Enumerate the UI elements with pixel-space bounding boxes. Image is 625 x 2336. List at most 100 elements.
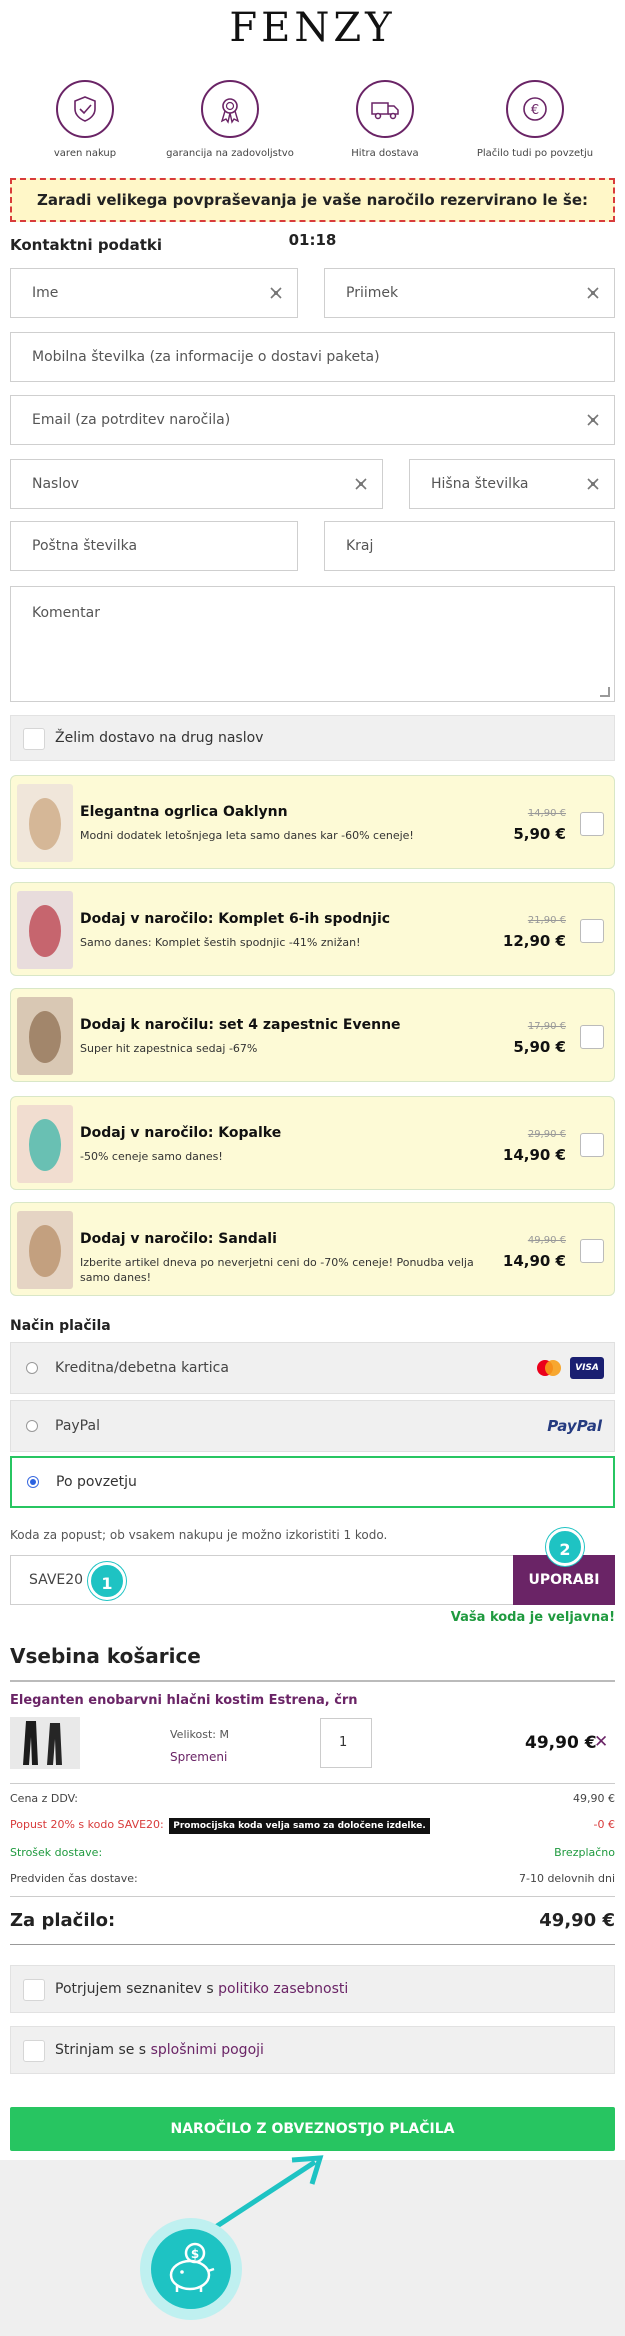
offer-checkbox[interactable] xyxy=(580,812,604,836)
offer-checkbox[interactable] xyxy=(580,1133,604,1157)
privacy-policy-link[interactable]: politiko zasebnosti xyxy=(218,1981,348,1997)
offer-new-price: 5,90 € xyxy=(513,825,566,843)
total-label: Za plačilo: xyxy=(10,1910,116,1931)
last-name-input[interactable]: Priimek xyxy=(324,268,615,318)
cart-size: Velikost: M xyxy=(170,1728,229,1741)
coupon-value: SAVE20 xyxy=(29,1572,84,1588)
payment-option-paypal[interactable]: PayPal PayPal xyxy=(10,1400,615,1452)
offer-image xyxy=(17,1211,73,1289)
other-address-checkbox[interactable] xyxy=(23,728,45,750)
email-input[interactable]: Email (za potrditev naročila) xyxy=(10,395,615,445)
placeholder: Komentar xyxy=(32,605,100,621)
offer-checkbox[interactable] xyxy=(580,1239,604,1263)
brand-logo[interactable]: FENZY xyxy=(0,6,625,50)
house-number-input[interactable]: Hišna številka xyxy=(409,459,615,509)
change-size-link[interactable]: Spremeni xyxy=(170,1750,227,1764)
privacy-checkbox[interactable] xyxy=(23,1979,45,2001)
upsell-offer-item[interactable]: Dodaj v naročilo: Kopalke -50% ceneje sam… xyxy=(10,1096,615,1190)
postal-code-input[interactable]: Poštna številka xyxy=(10,521,298,571)
payment-heading: Način plačila xyxy=(10,1318,111,1334)
upsell-offer-item[interactable]: Dodaj v naročilo: Komplet 6-ih spodnjic S… xyxy=(10,882,615,976)
upsell-offer-item[interactable]: Dodaj v naročilo: Sandali Izberite artike… xyxy=(10,1202,615,1296)
coupon-hint: Koda za popust; ob vsakem nakupu je možn… xyxy=(10,1528,388,1542)
badge-label: garancija na zadovoljstvo xyxy=(166,148,294,159)
offer-old-price: 49,90 € xyxy=(527,1235,566,1246)
offer-old-price: 21,90 € xyxy=(527,915,566,926)
quantity-input[interactable]: 1 xyxy=(320,1718,372,1768)
divider xyxy=(10,1680,615,1682)
offer-old-price: 14,90 € xyxy=(527,808,566,819)
place-order-button[interactable]: NAROČILO Z OBVEZNOSTJO PLAČILA xyxy=(10,2107,615,2151)
summary-label: Predviden čas dostave: xyxy=(10,1872,138,1885)
paypal-logo-icon: PayPal xyxy=(547,1417,602,1435)
upsell-offer-item[interactable]: Elegantna ogrlica Oaklynn Modni dodatek l… xyxy=(10,775,615,869)
terms-link[interactable]: splošnimi pogoji xyxy=(151,2042,264,2058)
offer-description: Modni dodatek letošnjega leta samo danes… xyxy=(80,829,414,842)
upsell-offer-item[interactable]: Dodaj k naročilu: set 4 zapestnic Evenne… xyxy=(10,988,615,1082)
autofill-icon xyxy=(587,414,599,426)
discount-tooltip: Promocijska koda velja samo za določene … xyxy=(169,1818,430,1834)
placeholder: Poštna številka xyxy=(32,538,138,554)
placeholder: Naslov xyxy=(32,476,80,492)
offer-title: Dodaj v naročilo: Sandali xyxy=(80,1231,277,1247)
offer-title: Dodaj k naročilu: set 4 zapestnic Evenne xyxy=(80,1017,401,1033)
mastercard-icon xyxy=(534,1358,564,1378)
summary-value: 7-10 delovnih dni xyxy=(518,1872,615,1885)
summary-row-delivery-time: Predviden čas dostave: 7-10 delovnih dni xyxy=(10,1872,615,1890)
city-input[interactable]: Kraj xyxy=(324,521,615,571)
badge-label: Hitra dostava xyxy=(351,148,419,159)
placeholder: Mobilna številka (za informacije o dosta… xyxy=(32,349,380,365)
offer-checkbox[interactable] xyxy=(580,1025,604,1049)
offer-description: Super hit zapestnica sedaj -67% xyxy=(80,1042,258,1055)
offer-checkbox[interactable] xyxy=(580,919,604,943)
privacy-consent-row[interactable]: Potrjujem seznanitev s politiko zasebnos… xyxy=(10,1965,615,2013)
shield-check-icon xyxy=(56,80,114,138)
offer-new-price: 5,90 € xyxy=(513,1038,566,1056)
radio-card[interactable] xyxy=(26,1362,38,1374)
offer-title: Dodaj v naročilo: Komplet 6-ih spodnjic xyxy=(80,911,391,927)
offer-image xyxy=(17,891,73,969)
offer-title: Elegantna ogrlica Oaklynn xyxy=(80,804,288,820)
phone-input[interactable]: Mobilna številka (za informacije o dosta… xyxy=(10,332,615,382)
terms-text: Strinjam se s xyxy=(55,2042,151,2058)
offer-old-price: 29,90 € xyxy=(527,1129,566,1140)
first-name-input[interactable]: Ime xyxy=(10,268,298,318)
summary-label: Strošek dostave: xyxy=(10,1846,103,1859)
coupon-valid-message: Vaša koda je veljavna! xyxy=(450,1610,615,1625)
address-input[interactable]: Naslov xyxy=(10,459,383,509)
radio-paypal[interactable] xyxy=(26,1420,38,1432)
offer-image xyxy=(17,1105,73,1183)
terms-label: Strinjam se s splošnimi pogoji xyxy=(55,2042,264,2058)
payment-option-cod[interactable]: Po povzetju xyxy=(10,1456,615,1508)
summary-label: Cena z DDV: xyxy=(10,1792,79,1805)
piggy-bank-badge: $ xyxy=(140,2218,242,2320)
svg-text:$: $ xyxy=(191,2247,199,2261)
piggy-bank-icon: $ xyxy=(151,2229,231,2309)
cart-item-price: 49,90 € xyxy=(525,1733,597,1753)
step-marker-2: 2 xyxy=(546,1528,584,1566)
placeholder: Email (za potrditev naročila) xyxy=(32,412,231,428)
privacy-label: Potrjujem seznanitev s politiko zasebnos… xyxy=(55,1981,348,1997)
cart-heading: Vsebina košarice xyxy=(10,1644,201,1668)
cart-product-title[interactable]: Eleganten enobarvni hlačni kostim Estren… xyxy=(10,1693,358,1708)
total-value: 49,90 € xyxy=(539,1910,615,1931)
payment-cod-label: Po povzetju xyxy=(56,1474,137,1490)
comment-textarea[interactable]: Komentar xyxy=(10,586,615,702)
offer-image xyxy=(17,997,73,1075)
payment-option-card[interactable]: Kreditna/debetna kartica VISA xyxy=(10,1342,615,1394)
checkout-page: { "brand": "FENZY", "badges": [ {"label"… xyxy=(0,0,625,2336)
autofill-icon xyxy=(587,287,599,299)
other-address-row[interactable]: Želim dostavo na drug naslov xyxy=(10,715,615,761)
delivery-truck-icon xyxy=(356,80,414,138)
reservation-timer-banner: Zaradi velikega povpraševanja je vaše na… xyxy=(10,178,615,249)
divider xyxy=(10,1944,615,1945)
terms-checkbox[interactable] xyxy=(23,2040,45,2062)
resize-handle[interactable] xyxy=(600,687,610,697)
radio-cod-selected[interactable] xyxy=(27,1476,39,1488)
autofill-icon xyxy=(587,478,599,490)
remove-item-icon[interactable]: ✕ xyxy=(594,1732,608,1752)
step-marker-1: 1 xyxy=(88,1562,126,1600)
terms-consent-row[interactable]: Strinjam se s splošnimi pogoji xyxy=(10,2026,615,2074)
coupon-input[interactable]: SAVE20 xyxy=(10,1555,515,1605)
offer-description: -50% ceneje samo danes! xyxy=(80,1150,223,1163)
